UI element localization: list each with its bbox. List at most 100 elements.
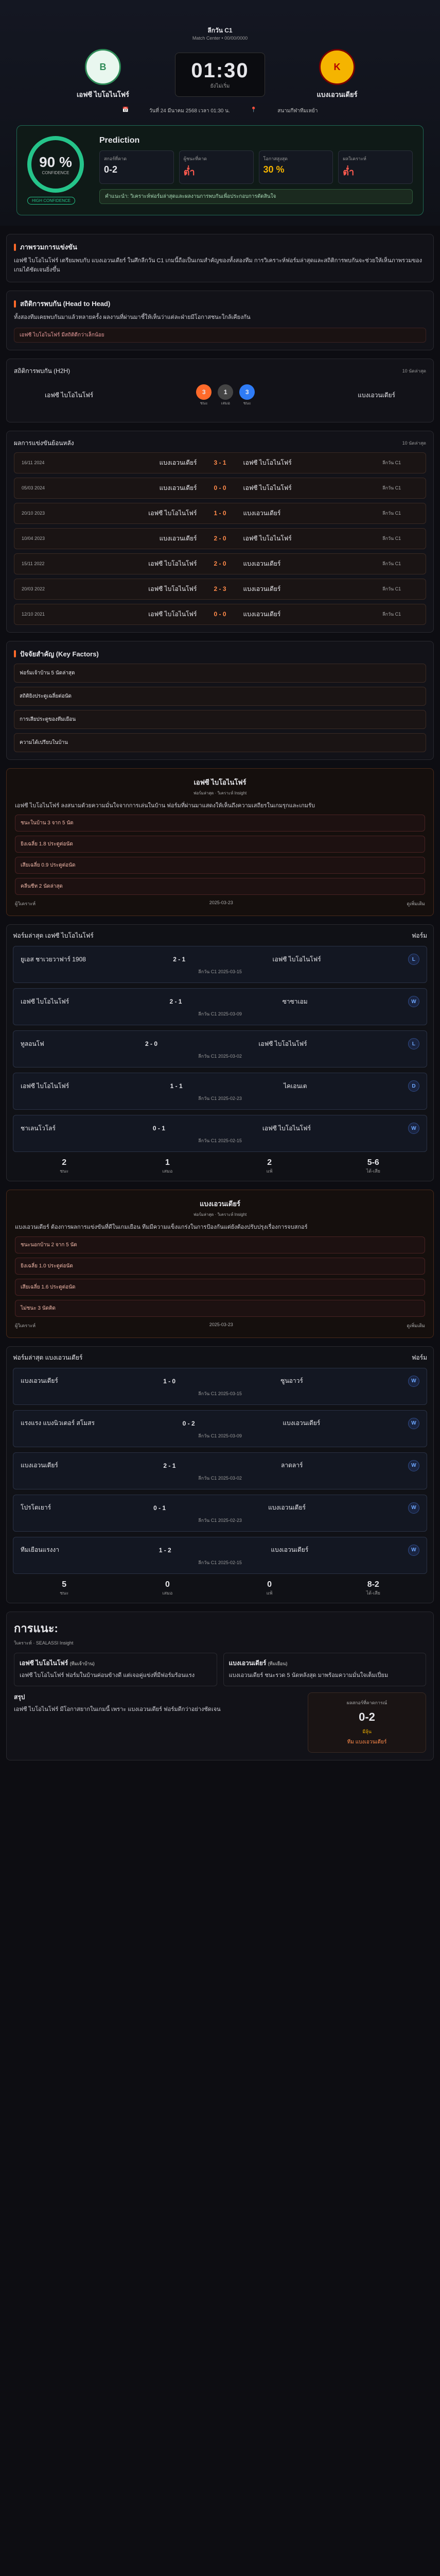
match-score: 0 - 1 — [153, 1504, 166, 1512]
stat-box: สกอร์ที่คาด 0-2 — [99, 150, 174, 184]
row-away: เอฟซี ไบโอไนโฟร์ — [243, 484, 292, 492]
match-home: ยูเอส ชาเวยวาฟาร์ 1908 — [21, 955, 86, 963]
final-title: สรุป — [14, 1693, 25, 1701]
match-away: แบงเอวนเดียร์ — [271, 1546, 309, 1554]
match-home: แรงแรง แบงนิวเตอร์ สโมสร — [21, 1419, 95, 1427]
section-bar — [14, 650, 16, 658]
form-match[interactable]: ยูเอส ชาเวยวาฟาร์ 1908 2 - 1 เอฟซี ไบโอไนโ… — [13, 946, 427, 984]
result-badge: D — [408, 1080, 419, 1092]
match-away: แบงเอวนเดียร์ — [268, 1504, 306, 1512]
away-team[interactable]: K แบงเอวนเดียร์ — [301, 49, 373, 100]
row-score: 2 - 0 — [214, 560, 226, 568]
row-date: 05/03 2024 — [22, 485, 45, 491]
summary-label: แพ้ — [266, 1168, 273, 1174]
summary-number: 2 — [267, 1158, 272, 1167]
row-score: 1 - 0 — [214, 510, 226, 517]
summary-stat: 5 ชนะ — [60, 1580, 68, 1597]
prediction-card: 90 % CONFIDENCE HIGH CONFIDENCE Predicti… — [16, 125, 424, 215]
match-away: เอฟซี ไบโอไนโฟร์ — [258, 1040, 307, 1047]
match-meta: 📅 วันที่ 24 มีนาคม 2568 เวลา 01:30 น. 📍 … — [10, 107, 430, 115]
match-score: 1 - 1 — [170, 1082, 183, 1090]
row-away: แบงเอวนเดียร์ — [243, 560, 281, 567]
more-button[interactable]: ดูเพิ่มเติม — [407, 1322, 425, 1329]
h2h-row[interactable]: 12/10 2021 เอฟซี ไบโอไนโฟร์ 0 - 0 แบงเอวนเด… — [14, 603, 426, 625]
result-badge: W — [408, 1460, 419, 1471]
match-sub: ลีกวัน C1 2025-02-23 — [198, 1517, 242, 1523]
more-button[interactable]: ดูเพิ่มเติม — [407, 900, 425, 907]
h2h-row[interactable]: 20/03 2022 เอฟซี ไบโอไนโฟร์ 2 - 3 แบงเอวนเด… — [14, 578, 426, 600]
away-form: ฟอร์มล่าสุด แบงเอวนเดียร์ ฟอร์ม แบงเอวนเด… — [6, 1346, 434, 1603]
predicted-score-box: ผลสกอร์ที่คาดการณ์ 0-2 มีลุ้น ทีม แบงเอว… — [308, 1692, 426, 1753]
form-match[interactable]: เอฟซี ไบโอไนโฟร์ 1 - 1 ไคเอนเต D ลีกวัน C1 2… — [13, 1073, 427, 1110]
row-home: เอฟซี ไบโอไนโฟร์ — [148, 585, 197, 592]
h2h-row[interactable]: 15/11 2022 เอฟซี ไบโอไนโฟร์ 2 - 0 แบงเอวนเด… — [14, 553, 426, 574]
form-match[interactable]: ทีมเยือนแรงงา 1 - 2 แบงเอวนเดียร์ W ลีกวัน C… — [13, 1536, 427, 1574]
form-match[interactable]: โปรโตเยาร์ 0 - 1 แบงเอวนเดียร์ W ลีกวัน C1 2… — [13, 1494, 427, 1532]
match-away: เอฟซี ไบโอไนโฟร์ — [262, 1124, 311, 1132]
h2h-row[interactable]: 20/10 2023 เอฟซี ไบโอไนโฟร์ 1 - 0 แบงเอวนเด… — [14, 502, 426, 524]
summary-label: ชนะ — [60, 1590, 69, 1596]
overview-title: ภาพรวมการแข่งขัน — [20, 243, 77, 251]
match-line: ทูลอนโฟ 2 - 0 เอฟซี ไบโอไนโฟร์ L — [21, 1038, 419, 1050]
date: 2025-03-23 — [209, 900, 233, 906]
summary-stat: 0 แพ้ — [267, 1580, 273, 1597]
h2h-row[interactable]: 10/04 2023 แบงเอวนเดียร์ 2 - 0 เอฟซี ไบโอไน… — [14, 528, 426, 549]
analysis-home: เอฟซี ไบโอไนโฟร์ (ทีมเจ้าบ้าน) เอฟซี ไบโ… — [14, 1652, 217, 1686]
form-match[interactable]: แบงเอวนเดียร์ 2 - 1 ลาดลาร์ W ลีกวัน C1 2025… — [13, 1452, 427, 1489]
match-score: 2 - 0 — [145, 1040, 158, 1048]
insight-item: ยิงเฉลี่ย 1.8 ประตูต่อนัด — [15, 836, 425, 853]
home-team[interactable]: B เอฟซี ไบโอไนโฟร์ — [67, 49, 139, 100]
h2h-draws: 1 — [218, 384, 234, 400]
row-score: 2 - 0 — [214, 535, 226, 543]
analysis-home-sub: (ทีมเจ้าบ้าน) — [69, 1660, 95, 1666]
analysis-title: การแนะ: — [14, 1621, 58, 1635]
summary-label: ได้-เสีย — [366, 1590, 380, 1596]
h2h-row[interactable]: 16/11 2024 แบงเอวนเดียร์ 3 - 1 เอฟซี ไบโอไน… — [14, 452, 426, 473]
match-home: เอฟซี ไบโอไนโฟร์ — [21, 1082, 69, 1090]
summary-number: 0 — [165, 1580, 170, 1589]
form-match[interactable]: ทูลอนโฟ 2 - 0 เอฟซี ไบโอไนโฟร์ L ลีกวัน C1 2… — [13, 1030, 427, 1068]
kickoff-time: 01:30 — [191, 59, 249, 82]
tag: SEALASSI Insight — [36, 1640, 74, 1646]
summary-stat: 2 แพ้ — [267, 1158, 273, 1175]
form-match[interactable]: เอฟซี ไบโอไนโฟร์ 2 - 1 ซาซาเอม W ลีกวัน C1 2… — [13, 988, 427, 1026]
summary-label: แพ้ — [266, 1590, 273, 1596]
summary-stat: 2 ชนะ — [60, 1158, 68, 1175]
row-home: แบงเอวนเดียร์ — [159, 484, 197, 492]
pin-icon: 📍 — [250, 107, 257, 113]
match-line: ชาเลนโวโลร์ 0 - 1 เอฟซี ไบโอไนโฟร์ W — [21, 1123, 419, 1134]
away-card-text: แบงเอวนเดียร์ ต้องการผลการแข่งขันที่ดีใน… — [15, 1224, 308, 1231]
match-home: ชาเลนโวโลร์ — [21, 1124, 56, 1132]
match-home: เอฟซี ไบโอไนโฟร์ — [21, 997, 69, 1005]
home-team-card: เอฟซี ไบโอไนโฟร์ ฟอร์มล่าสุด · วิเคราะห์… — [6, 768, 434, 917]
home-crest: B — [85, 49, 121, 85]
match-sub: ลีกวัน C1 2025-02-23 — [198, 1096, 242, 1101]
form-match[interactable]: แรงแรง แบงนิวเตอร์ สโมสร 0 - 2 แบงเอวนเดีย… — [13, 1410, 427, 1447]
match-home: ทูลอนโฟ — [21, 1040, 44, 1047]
form-match[interactable]: ชาเลนโวโลร์ 0 - 1 เอฟซี ไบโอไนโฟร์ W ลีกวัน … — [13, 1115, 427, 1153]
league-sub: Match Center • 00/00/0000 — [192, 36, 248, 41]
row-away: เอฟซี ไบโอไนโฟร์ — [243, 534, 292, 542]
home-form: ฟอร์มล่าสุด เอฟซี ไบโอไนโฟร์ ฟอร์ม ยูเอส … — [6, 924, 434, 1182]
overview-text: เอฟซี ไบโอไนโฟร์ เตรียมพบกับ แบงเอวนเดีย… — [14, 258, 422, 273]
match-away: ลาดลาร์ — [280, 1462, 303, 1469]
form-match[interactable]: แบงเอวนเดียร์ 1 - 0 ซูนอาวร์ W ลีกวัน C1 202… — [13, 1367, 427, 1405]
away-card-name: แบงเอวนเดียร์ — [200, 1200, 240, 1208]
match-away: ซาซาเอม — [282, 997, 308, 1005]
h2h-home-wins: 3 — [196, 384, 212, 400]
match-sub: ลีกวัน C1 2025-03-09 — [198, 1433, 242, 1438]
h2h-row[interactable]: 05/03 2024 แบงเอวนเดียร์ 0 - 0 เอฟซี ไบโอไน… — [14, 477, 426, 499]
home-name: เอฟซี ไบโอไนโฟร์ — [76, 91, 130, 98]
league-name: ลีกวัน C1 — [207, 27, 233, 34]
match-sub: ลีกวัน C1 2025-02-15 — [198, 1138, 242, 1144]
kickoff-status: ยังไม่เริ่ม — [210, 83, 230, 89]
home-card-text: เอฟซี ไบโอไนโฟร์ ลงสนามด้วยความมั่นใจจาก… — [15, 802, 315, 809]
row-league: ลีกวัน C1 — [382, 485, 401, 491]
match-line: โปรโตเยาร์ 0 - 1 แบงเอวนเดียร์ W — [21, 1502, 419, 1514]
row-score: 0 - 0 — [214, 611, 226, 618]
page: ลีกวัน C1 Match Center • 00/00/0000 B เอ… — [0, 0, 440, 1779]
tag: วิเคราะห์ — [14, 1640, 32, 1646]
final-text: เอฟซี ไบโอไนโฟร์ มีโอกาสยากในเกมนี้ เพรา… — [14, 1706, 221, 1713]
row-away: แบงเอวนเดียร์ — [243, 509, 281, 517]
insight-item: ยิงเฉลี่ย 1.0 ประตูต่อนัด — [15, 1257, 425, 1275]
